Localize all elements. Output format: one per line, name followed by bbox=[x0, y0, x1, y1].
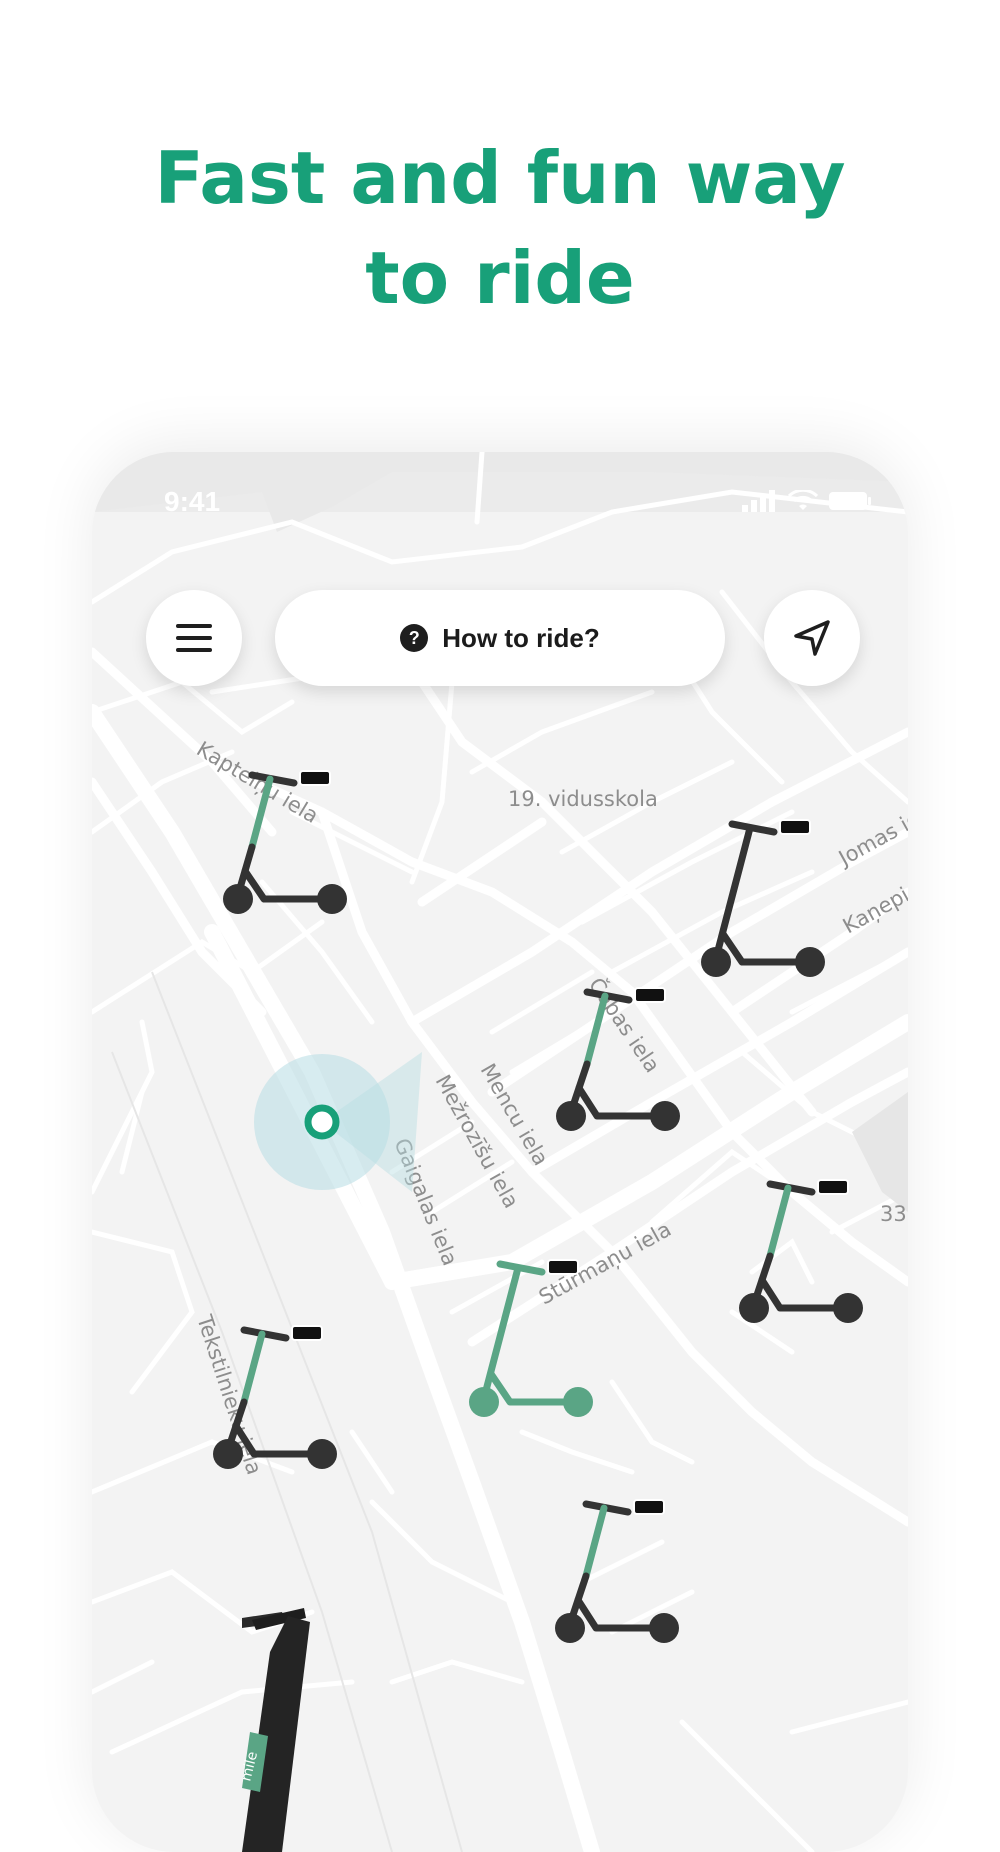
wifi-icon bbox=[788, 490, 818, 510]
street-label-jomas: Jomas iela bbox=[833, 797, 908, 871]
headline: Fast and fun way to ride bbox=[0, 128, 1000, 328]
menu-icon bbox=[176, 624, 212, 652]
menu-button[interactable] bbox=[146, 590, 242, 686]
how-to-ride-button[interactable]: ? How to ride? bbox=[275, 590, 725, 686]
headline-line-1: Fast and fun way bbox=[154, 136, 846, 220]
building-number-33: 33. bbox=[880, 1202, 908, 1226]
how-to-ride-label: How to ride? bbox=[442, 622, 600, 653]
phone-frame: Kapteiņu iela 19. vidusskola Jomas iela … bbox=[92, 452, 908, 1852]
status-icons bbox=[742, 490, 872, 512]
scooter-photo: mile bbox=[238, 1608, 310, 1852]
user-location-marker bbox=[254, 1052, 422, 1192]
scooter-marker-6[interactable] bbox=[555, 1499, 679, 1643]
scooter-marker-2[interactable] bbox=[701, 819, 825, 977]
help-icon: ? bbox=[400, 624, 429, 652]
locate-me-button[interactable] bbox=[764, 590, 860, 686]
navigation-arrow-icon bbox=[794, 620, 830, 656]
street-label-kanepi: Kaņepi bbox=[839, 883, 908, 939]
status-time: 9:41 bbox=[164, 486, 221, 517]
signal-icon bbox=[742, 490, 775, 512]
battery-icon bbox=[829, 492, 871, 510]
landmark-label-school: 19. vidusskola bbox=[508, 787, 658, 811]
headline-line-2: to ride bbox=[365, 236, 635, 320]
status-bar: 9:41 bbox=[92, 452, 908, 524]
